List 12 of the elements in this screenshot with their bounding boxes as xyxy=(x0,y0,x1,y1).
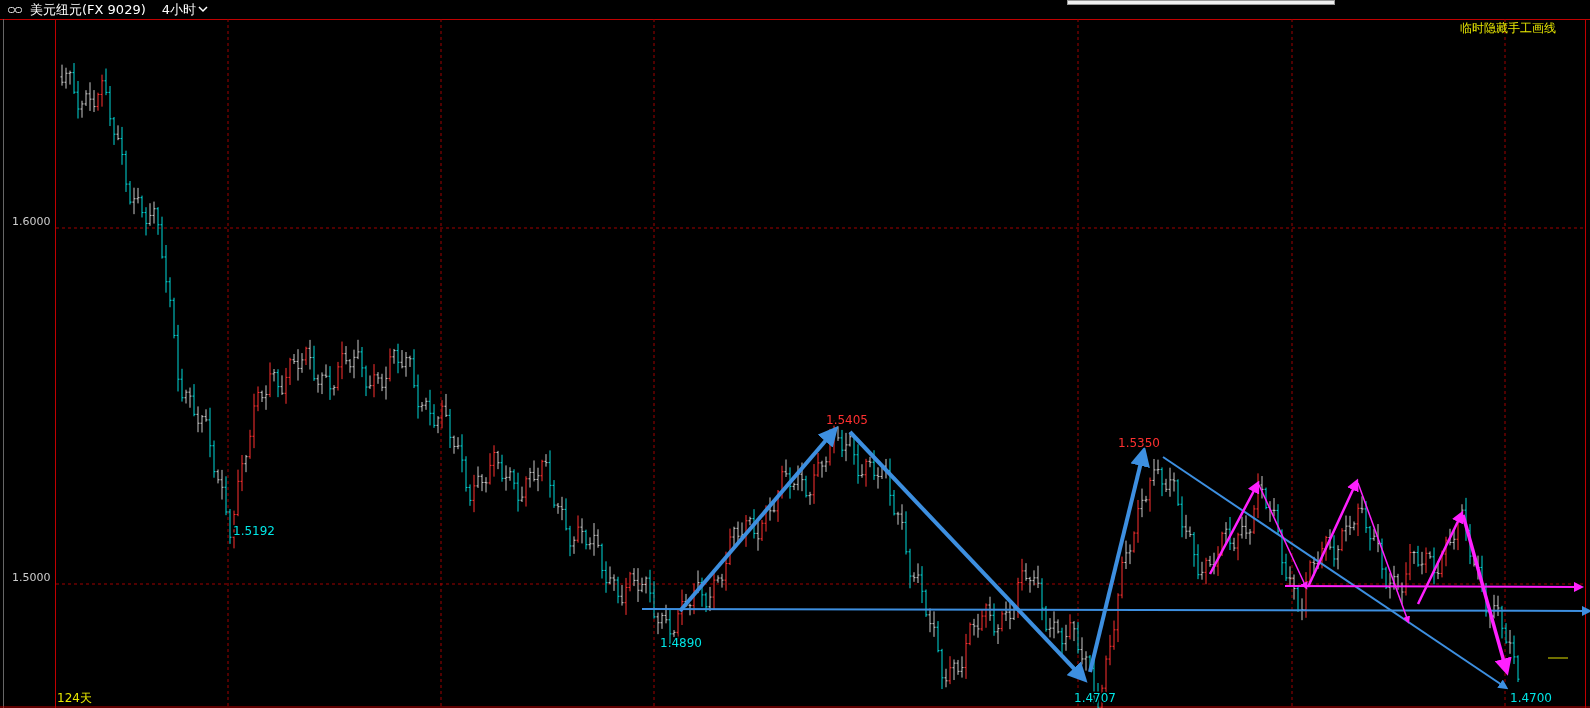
symbol-title: 美元纽元(FX 9029) xyxy=(30,0,146,19)
hide-drawings-toggle[interactable]: 临时隐藏手工画线 xyxy=(1460,21,1556,35)
price-label: 1.5405 xyxy=(826,413,868,427)
period-dropdown[interactable]: 4小时 xyxy=(161,0,209,20)
y-axis-label: 1.5000 xyxy=(12,571,51,584)
price-label: 1.4890 xyxy=(660,636,702,650)
price-label: 1.4700 xyxy=(1510,691,1552,705)
bar-count-label: 124天 xyxy=(57,691,92,705)
chevron-icon xyxy=(198,6,209,13)
link-icon[interactable] xyxy=(8,5,22,14)
price-label: 1.5350 xyxy=(1118,436,1160,450)
y-axis-label: 1.6000 xyxy=(12,215,51,228)
